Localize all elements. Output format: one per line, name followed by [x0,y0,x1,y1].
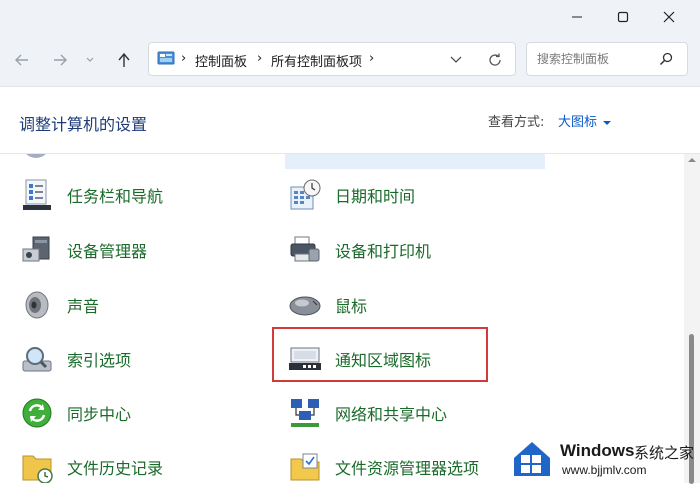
item-sound[interactable]: 声音 [20,285,99,325]
arrow-left-icon [15,54,28,66]
arrow-up-icon [118,52,130,67]
item-label: 网络和共享中心 [335,405,448,424]
chevron-down-icon [86,57,94,62]
breadcrumb-separator: › [181,51,187,66]
item-file-explorer-options[interactable]: 文件资源管理器选项 [288,447,479,483]
minimize-icon [572,16,582,18]
item-file-history[interactable]: 文件历史记录 [20,447,163,483]
network-icon [288,396,322,430]
recent-locations-button[interactable] [82,48,98,72]
item-indexing-options[interactable]: 索引选项 [20,339,131,379]
magnifier-drive-icon [20,342,54,376]
navigation-bar: › 控制面板 › 所有控制面板项 › [0,34,700,87]
item-label: 设备管理器 [67,242,148,261]
view-by-label: 查看方式: [488,115,545,130]
breadcrumb-control-panel[interactable]: 控制面板 [195,51,247,70]
item-label: 文件历史记录 [67,459,164,478]
item-label: 日期和时间 [335,187,416,206]
item-taskbar-navigation[interactable]: 任务栏和导航 [20,175,163,215]
watermark: Windows 系统之家 www.bjjmlv.com [508,432,700,483]
speaker-icon [20,288,54,322]
watermark-url: www.bjjmlv.com [562,463,647,477]
refresh-icon[interactable] [487,52,503,68]
item-sync-center[interactable]: 同步中心 [20,393,131,433]
calendar-clock-icon [288,178,322,212]
breadcrumb-separator: › [369,51,375,66]
item-date-time[interactable]: 日期和时间 [288,175,415,215]
item-label: 同步中心 [67,405,132,424]
control-panel-icon [157,51,175,65]
view-by-value: 大图标 [558,115,598,130]
printer-icon [288,233,322,267]
content-header: 调整计算机的设置 查看方式: 大图标 [0,87,700,154]
search-input[interactable] [537,50,657,68]
taskbar-icon [20,178,54,212]
partial-item-selected[interactable] [285,154,545,169]
item-mouse[interactable]: 鼠标 [288,285,367,325]
maximize-button[interactable] [600,0,646,34]
scroll-up-icon[interactable] [688,157,696,163]
item-device-manager[interactable]: 设备管理器 [20,230,147,270]
device-manager-icon [20,233,54,267]
item-devices-printers[interactable]: 设备和打印机 [288,230,431,270]
sync-icon [20,396,54,430]
breadcrumb-all-items[interactable]: 所有控制面板项 [271,51,362,70]
caret-down-icon [603,121,612,125]
chevron-down-icon[interactable] [450,56,462,64]
search-box[interactable] [526,42,688,76]
back-button[interactable] [10,48,34,72]
windows-logo-icon [514,442,550,476]
up-button[interactable] [112,48,136,72]
search-icon[interactable] [659,52,673,66]
close-icon [663,11,675,23]
item-label: 声音 [67,297,100,316]
item-label: 鼠标 [335,297,368,316]
watermark-brand: Windows [560,441,635,460]
mouse-icon [288,288,322,322]
item-label: 索引选项 [67,351,132,370]
page-title: 调整计算机的设置 [19,115,148,134]
item-label: 文件资源管理器选项 [335,459,480,478]
address-bar[interactable]: › 控制面板 › 所有控制面板项 › [148,42,516,76]
minimize-button[interactable] [554,0,600,34]
partial-item-icon [22,154,50,158]
item-label: 任务栏和导航 [67,187,164,206]
close-button[interactable] [646,0,692,34]
folder-options-icon [288,450,322,483]
item-network-sharing-center[interactable]: 网络和共享中心 [288,393,447,433]
highlight-box [272,327,488,382]
view-by-dropdown[interactable]: 大图标 [558,111,612,130]
forward-button[interactable] [48,48,72,72]
item-label: 设备和打印机 [335,242,432,261]
title-bar [0,0,700,34]
breadcrumb-separator: › [257,51,263,66]
maximize-icon [617,11,629,23]
file-history-icon [20,450,54,483]
watermark-cn: 系统之家 [634,444,695,462]
arrow-right-icon [54,54,67,66]
